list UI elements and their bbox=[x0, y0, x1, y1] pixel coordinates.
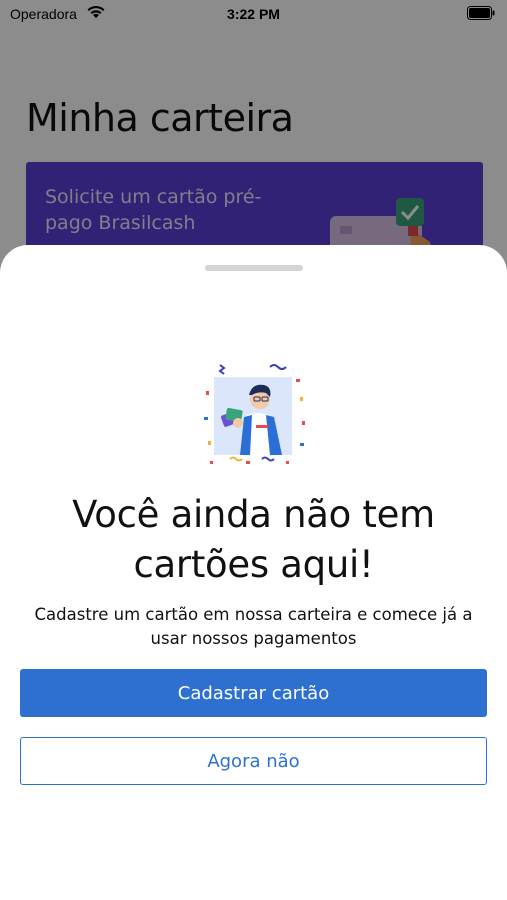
not-now-button[interactable]: Agora não bbox=[20, 737, 487, 785]
sheet-grabber[interactable] bbox=[205, 265, 303, 271]
register-card-button[interactable]: Cadastrar cartão bbox=[20, 669, 487, 717]
sheet-title: Você ainda não tem cartões aqui! bbox=[72, 493, 435, 586]
bottom-sheet: Você ainda não tem cartões aqui! Cadastr… bbox=[0, 245, 507, 900]
person-with-cards-illustration bbox=[204, 364, 305, 464]
sheet-subtitle: Cadastre um cartão em nossa carteira e c… bbox=[34, 605, 473, 648]
